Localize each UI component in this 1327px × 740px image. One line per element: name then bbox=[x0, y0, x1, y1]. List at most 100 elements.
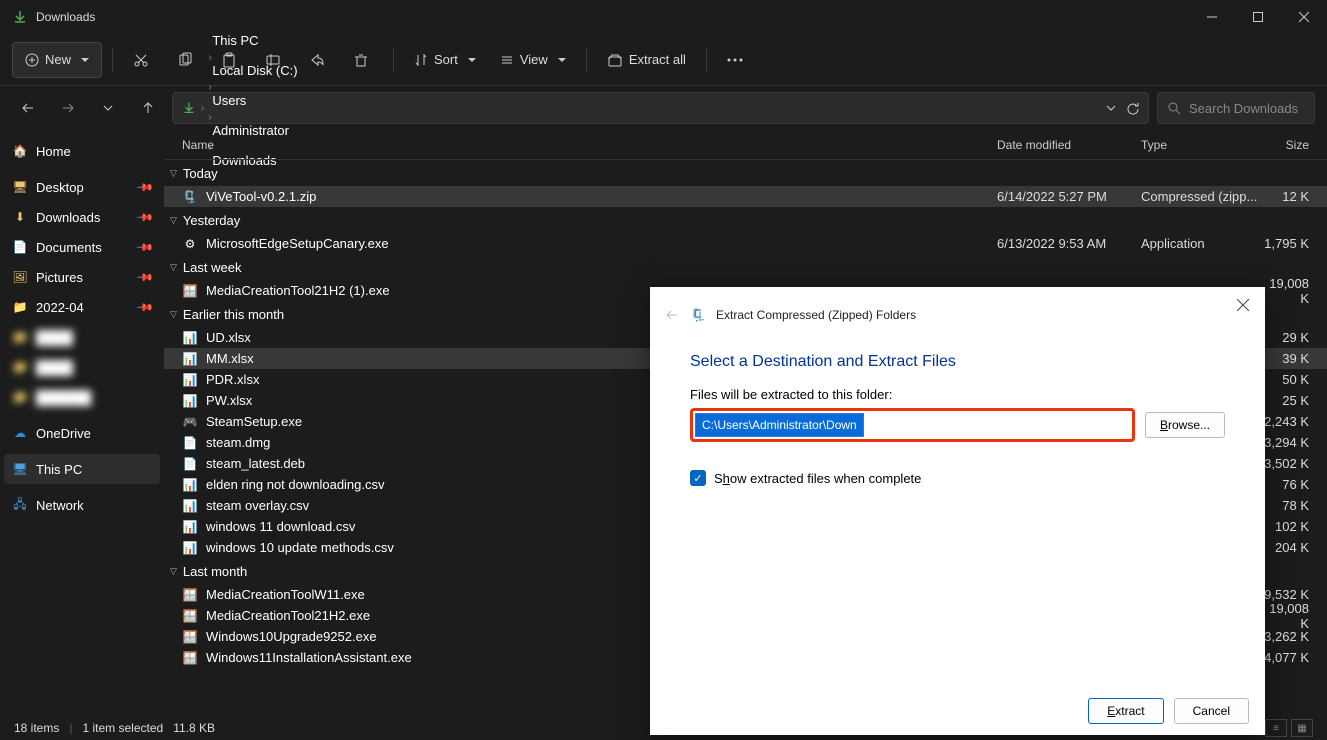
file-name: ViVeTool-v0.2.1.zip bbox=[206, 189, 316, 204]
column-headers[interactable]: Name Date modified Type Size bbox=[164, 130, 1327, 160]
recent-button[interactable] bbox=[92, 92, 124, 124]
destination-path-input[interactable] bbox=[695, 413, 864, 437]
sidebar-item[interactable]: 🖥Desktop📌 bbox=[4, 172, 160, 202]
sidebar: 🏠 Home 🖥Desktop📌⬇Downloads📌📄Documents📌🖼P… bbox=[0, 130, 164, 716]
file-row[interactable]: ⚙ MicrosoftEdgeSetupCanary.exe 6/13/2022 9… bbox=[164, 233, 1327, 254]
more-button[interactable] bbox=[717, 42, 757, 78]
group-header[interactable]: ▽Today bbox=[164, 160, 1327, 186]
file-date: 6/13/2022 9:53 AM bbox=[997, 236, 1141, 251]
xls-icon: 📊 bbox=[182, 498, 198, 514]
delete-button[interactable] bbox=[343, 42, 383, 78]
address-dropdown-icon[interactable] bbox=[1106, 105, 1116, 111]
file-name: MicrosoftEdgeSetupCanary.exe bbox=[206, 236, 389, 251]
col-name[interactable]: Name bbox=[182, 138, 997, 152]
forward-button[interactable] bbox=[52, 92, 84, 124]
file-size: 78 K bbox=[1263, 498, 1327, 513]
file-name: elden ring not downloading.csv bbox=[206, 477, 385, 492]
chevron-right-icon: › bbox=[208, 112, 211, 123]
breadcrumb-segment[interactable]: Users bbox=[208, 93, 301, 108]
extract-dialog: 🗜️ Extract Compressed (Zipped) Folders S… bbox=[650, 287, 1265, 735]
file-size: 204 K bbox=[1263, 540, 1327, 555]
desktop-icon: 🖥 bbox=[12, 179, 28, 195]
file-size: 39 K bbox=[1263, 351, 1327, 366]
maximize-button[interactable] bbox=[1235, 0, 1281, 34]
download-icon: ⬇ bbox=[12, 209, 28, 225]
pin-icon: 📌 bbox=[136, 178, 155, 197]
file-size: 102 K bbox=[1263, 519, 1327, 534]
extract-button[interactable]: Extract bbox=[1088, 698, 1163, 724]
group-header[interactable]: ▽Yesterday bbox=[164, 207, 1327, 233]
group-header[interactable]: ▽Last week bbox=[164, 254, 1327, 280]
col-type[interactable]: Type bbox=[1141, 138, 1263, 152]
sidebar-item[interactable]: ⬇Downloads📌 bbox=[4, 202, 160, 232]
breadcrumb-segment[interactable]: Local Disk (C:) bbox=[208, 63, 301, 78]
cut-button[interactable] bbox=[123, 42, 163, 78]
cancel-button[interactable]: Cancel bbox=[1174, 698, 1249, 724]
search-icon bbox=[1168, 102, 1181, 115]
chevron-down-icon: ▽ bbox=[170, 309, 177, 320]
minimize-button[interactable] bbox=[1189, 0, 1235, 34]
sidebar-item-hidden: 📁████ bbox=[4, 322, 160, 352]
exe-icon: ⚙ bbox=[182, 236, 198, 252]
home-icon: 🏠 bbox=[12, 143, 28, 159]
chevron-right-icon: › bbox=[201, 103, 204, 114]
col-size[interactable]: Size bbox=[1263, 138, 1327, 152]
sidebar-item-hidden: 📁██████ bbox=[4, 382, 160, 412]
breadcrumb-segment[interactable]: This PC bbox=[208, 33, 301, 48]
layout-grid-button[interactable]: ▦ bbox=[1291, 719, 1313, 737]
file-name: PW.xlsx bbox=[206, 393, 252, 408]
new-button[interactable]: New bbox=[12, 42, 102, 78]
sort-button[interactable]: Sort bbox=[404, 42, 486, 78]
sidebar-item[interactable]: 📄Documents📌 bbox=[4, 232, 160, 262]
file-name: UD.xlsx bbox=[206, 330, 251, 345]
browse-button[interactable]: Browse... bbox=[1145, 412, 1225, 438]
file-name: SteamSetup.exe bbox=[206, 414, 302, 429]
file-row[interactable]: 🗜️ViVeTool-v0.2.1.zip6/14/2022 5:27 PMCo… bbox=[164, 186, 1327, 207]
address-bar[interactable]: › This PC›Local Disk (C:)›Users›Administ… bbox=[172, 92, 1149, 124]
dialog-close-button[interactable] bbox=[1233, 295, 1253, 315]
refresh-button[interactable] bbox=[1126, 101, 1140, 115]
file-size: 25 K bbox=[1263, 393, 1327, 408]
xls-icon: 📊 bbox=[182, 519, 198, 535]
file-name: steam_latest.deb bbox=[206, 456, 305, 471]
file-size: 29 K bbox=[1263, 330, 1327, 345]
chevron-down-icon: ▽ bbox=[170, 168, 177, 179]
pin-icon: 📌 bbox=[136, 238, 155, 257]
view-button[interactable]: View bbox=[490, 42, 576, 78]
col-date[interactable]: Date modified bbox=[997, 138, 1141, 152]
back-button[interactable] bbox=[12, 92, 44, 124]
status-size: 11.8 KB bbox=[173, 721, 215, 735]
close-button[interactable] bbox=[1281, 0, 1327, 34]
navigation-row: › This PC›Local Disk (C:)›Users›Administ… bbox=[0, 86, 1327, 130]
xls-icon: 📊 bbox=[182, 477, 198, 493]
file-name: MM.xlsx bbox=[206, 351, 254, 366]
dialog-back-button[interactable] bbox=[664, 307, 680, 323]
file-name: MediaCreationTool21H2 (1).exe bbox=[206, 283, 390, 298]
sidebar-item[interactable]: 📁2022-04📌 bbox=[4, 292, 160, 322]
sidebar-network[interactable]: 🖧Network bbox=[4, 490, 160, 520]
extract-all-button[interactable]: Extract all bbox=[597, 42, 696, 78]
show-extracted-checkbox[interactable]: ✓ Show extracted files when complete bbox=[690, 470, 1225, 486]
file-size: 3,502 K bbox=[1263, 456, 1327, 471]
up-button[interactable] bbox=[132, 92, 164, 124]
search-input[interactable]: Search Downloads bbox=[1157, 92, 1315, 124]
chevron-right-icon: › bbox=[208, 82, 211, 93]
file-size: 76 K bbox=[1263, 477, 1327, 492]
layout-details-button[interactable]: ≡ bbox=[1265, 719, 1287, 737]
copy-button[interactable] bbox=[167, 42, 207, 78]
sidebar-onedrive[interactable]: ☁OneDrive bbox=[4, 418, 160, 448]
sidebar-home[interactable]: 🏠 Home bbox=[4, 136, 160, 166]
sidebar-item[interactable]: 🖼Pictures📌 bbox=[4, 262, 160, 292]
winexe-icon: 🪟 bbox=[182, 587, 198, 603]
network-icon: 🖧 bbox=[12, 497, 28, 513]
sidebar-this-pc[interactable]: 🖥This PC bbox=[4, 454, 160, 484]
file-size: 4,077 K bbox=[1263, 650, 1327, 665]
winexe-icon: 🪟 bbox=[182, 608, 198, 624]
share-button[interactable] bbox=[299, 42, 339, 78]
xls-icon: 📊 bbox=[182, 540, 198, 556]
pic-icon: 🖼 bbox=[12, 269, 28, 285]
file-name: windows 10 update methods.csv bbox=[206, 540, 394, 555]
pin-icon: 📌 bbox=[136, 298, 155, 317]
file-name: PDR.xlsx bbox=[206, 372, 259, 387]
xls-icon: 📊 bbox=[182, 372, 198, 388]
